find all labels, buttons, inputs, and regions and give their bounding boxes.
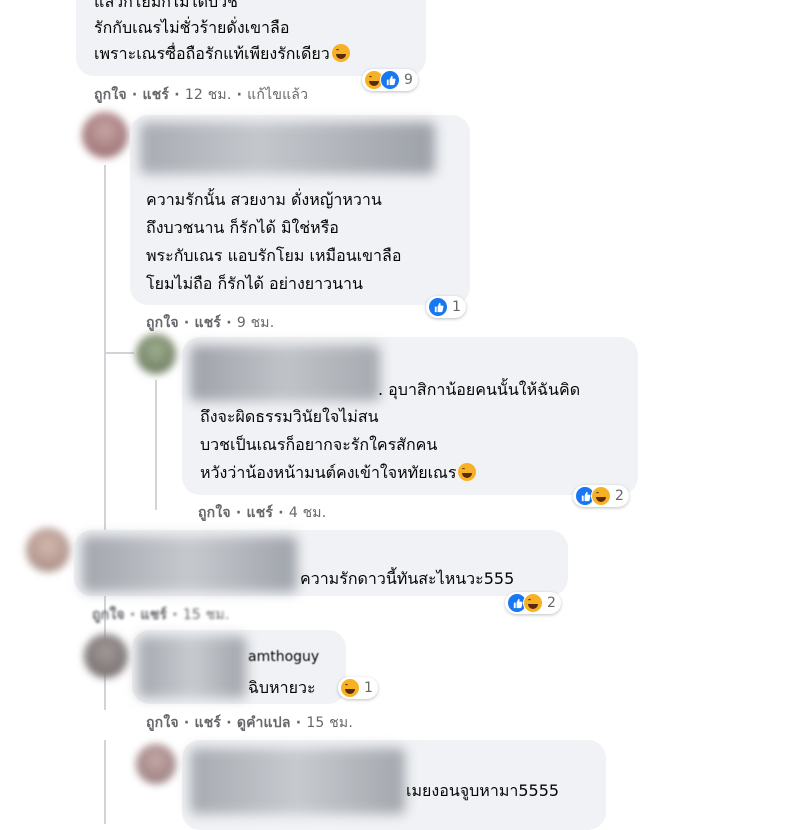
reaction-summary[interactable]: 9 — [362, 69, 418, 91]
reaction-count: 1 — [364, 680, 373, 696]
share-link[interactable]: แชร์ — [194, 715, 221, 731]
reply-connector — [104, 352, 134, 354]
avatar[interactable] — [82, 112, 128, 158]
timestamp[interactable]: 15 ชม. — [306, 715, 353, 731]
comment-text-line: ฉิบหายวะ — [248, 678, 316, 697]
timestamp[interactable]: 9 ชม. — [237, 315, 275, 331]
comment-text-line: แล้วก็โยมก็ไม่ได้บวช — [94, 0, 239, 11]
comment-text-line: บวชเป็นเณรก็อยากจะรักใครสักคน — [200, 435, 438, 454]
comment-text-line: . อุบาสิกาน้อยคนนั้นให้ฉันคิด — [378, 380, 581, 399]
reaction-summary[interactable]: 1 — [426, 296, 466, 318]
like-icon — [380, 70, 400, 90]
comment-text-line: ความรักนั้น สวยงาม ดั่งหญ้าหวาน — [146, 190, 382, 209]
reaction-count: 1 — [452, 299, 461, 315]
share-link[interactable]: แชร์ — [246, 505, 273, 521]
translate-link[interactable]: ดูคำแปล — [237, 715, 291, 731]
blurred-author-name — [190, 748, 405, 814]
comment-text-line: รักกับเณรไม่ชั่วร้ายดั่งเขาลือ — [94, 18, 290, 37]
blurred-author-name — [82, 536, 297, 592]
avatar[interactable] — [26, 528, 70, 572]
comment-text-line: amthoguy — [248, 649, 320, 665]
comment-text-line: โยมไม่ถือ ก็รักได้ อย่างยาวนาน — [146, 274, 363, 293]
share-link[interactable]: แชร์ — [140, 607, 167, 623]
share-link[interactable]: แชร์ — [142, 87, 169, 103]
reaction-summary[interactable]: 2 — [505, 592, 561, 614]
avatar[interactable] — [136, 744, 176, 784]
avatar[interactable] — [84, 634, 128, 678]
timestamp[interactable]: 4 ชม. — [289, 505, 327, 521]
comment-text-line: เมยงอนจูบหามา5555 — [406, 781, 560, 800]
reaction-count: 2 — [547, 595, 556, 611]
like-link[interactable]: ถูกใจ — [198, 505, 231, 521]
reaction-count: 2 — [615, 488, 624, 504]
blurred-author-name — [190, 345, 380, 401]
comment-text-line: ถึงจะผิดธรรมวินัยใจไม่สน — [200, 407, 379, 426]
like-link[interactable]: ถูกใจ — [94, 87, 127, 103]
haha-icon — [340, 678, 360, 698]
haha-icon — [591, 486, 611, 506]
comment-actions: ถูกใจ · แชร์ · 4 ชม. — [198, 505, 327, 521]
comment-actions: ถูกใจ · แชร์ · 12 ชม. · แก้ไขแล้ว — [94, 87, 309, 103]
timestamp[interactable]: 12 ชม. — [185, 87, 232, 103]
comment-actions: ถูกใจ · แชร์ · ดูคำแปล · 15 ชม. — [146, 715, 353, 731]
thread-line — [155, 380, 157, 510]
edited-label: แก้ไขแล้ว — [247, 87, 309, 103]
laughing-emoji-icon — [458, 463, 477, 481]
reaction-summary[interactable]: 2 — [573, 485, 629, 507]
comment-text-line: เพราะเณรซื่อถือรักแท้เพียงรักเดียว — [94, 41, 350, 67]
blurred-author-name — [138, 636, 246, 698]
comment-actions: ถูกใจ · แชร์ · 15 ชม. — [92, 607, 230, 623]
like-link[interactable]: ถูกใจ — [146, 315, 179, 331]
thread-line — [104, 165, 106, 710]
thread-line — [104, 740, 106, 824]
timestamp[interactable]: 15 ชม. — [183, 607, 230, 623]
blurred-author-name — [140, 122, 435, 174]
reaction-count: 9 — [404, 72, 413, 88]
like-link[interactable]: ถูกใจ — [92, 607, 125, 623]
laughing-emoji-icon — [331, 44, 350, 62]
comment-text-line: ความรักดาวนี้ทันสะไหนวะ555 — [300, 569, 515, 588]
comment-text-line: พระกับเณร แอบรักโยม เหมือนเขาลือ — [146, 246, 402, 265]
like-icon — [428, 297, 448, 317]
reaction-summary[interactable]: 1 — [338, 677, 378, 699]
haha-icon — [523, 593, 543, 613]
like-link[interactable]: ถูกใจ — [146, 715, 179, 731]
share-link[interactable]: แชร์ — [194, 315, 221, 331]
comment-actions: ถูกใจ · แชร์ · 9 ชม. — [146, 315, 275, 331]
comment-text-line: หวังว่าน้องหน้ามนต์คงเข้าใจหทัยเณร — [200, 460, 477, 486]
comment-text-line: ถึงบวชนาน ก็รักได้ มิใช่หรือ — [146, 218, 339, 237]
avatar[interactable] — [136, 334, 176, 374]
